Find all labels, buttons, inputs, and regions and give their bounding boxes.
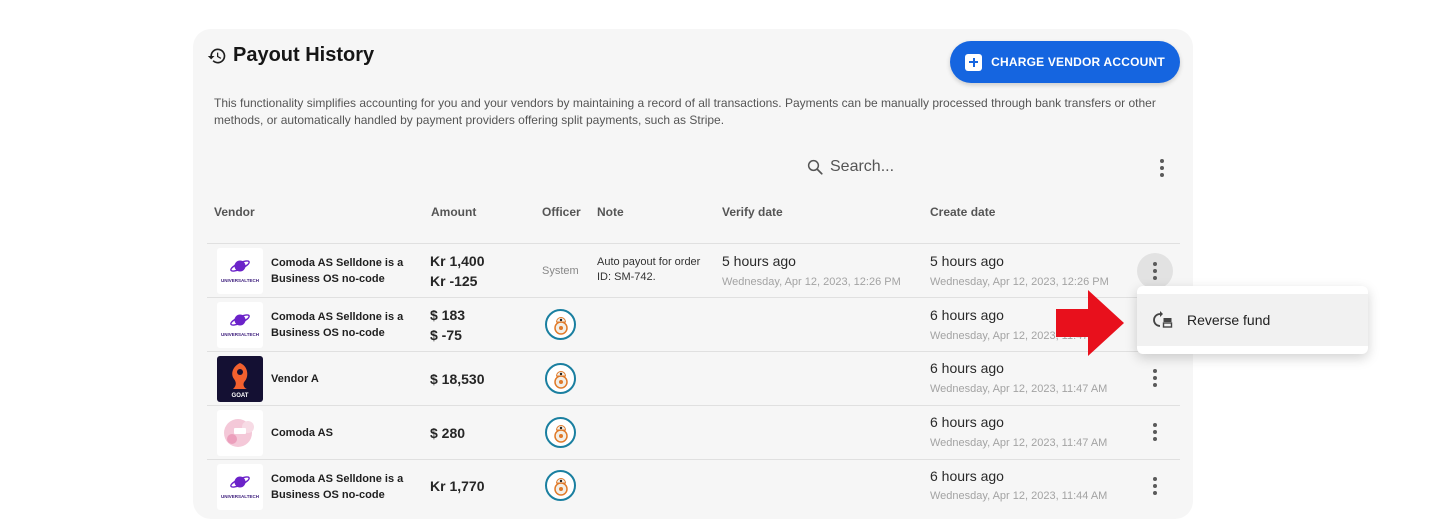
bb8-avatar-icon — [553, 370, 568, 389]
svg-text:UNIVERSALTECH: UNIVERSALTECH — [221, 332, 259, 337]
svg-text:UNIVERSALTECH: UNIVERSALTECH — [221, 494, 259, 499]
vendor-name: Vendor A — [271, 373, 319, 385]
svg-text:UNIVERSALTECH: UNIVERSALTECH — [221, 278, 259, 283]
amount-primary: $ 18,530 — [430, 371, 485, 387]
table-row[interactable]: UNIVERSALTECH Comoda AS Selldone is a Bu… — [207, 243, 1180, 297]
reverse-fund-icon — [1153, 311, 1173, 328]
column-header-amount[interactable]: Amount — [431, 205, 476, 219]
column-header-create-date[interactable]: Create date — [930, 205, 995, 219]
amount-primary: $ 280 — [430, 425, 466, 441]
officer-avatar[interactable] — [545, 470, 576, 501]
more-vert-icon[interactable] — [1145, 476, 1165, 496]
officer-avatar[interactable] — [545, 363, 576, 394]
table-row[interactable]: Comoda AS $ 280 6 hours ago Wednesday, A… — [207, 405, 1180, 459]
annotation-arrow-icon — [1056, 290, 1124, 356]
charge-vendor-account-button[interactable]: CHARGE VENDOR ACCOUNT — [950, 41, 1180, 83]
vendor-logo: GOAT — [217, 356, 263, 402]
charge-button-label: CHARGE VENDOR ACCOUNT — [991, 55, 1165, 69]
officer-avatar[interactable] — [545, 309, 576, 340]
svg-text:GOAT: GOAT — [232, 393, 249, 399]
verify-date-absolute: Wednesday, Apr 12, 2023, 12:26 PM — [722, 276, 901, 288]
history-icon — [207, 48, 226, 63]
create-date-absolute: Wednesday, Apr 12, 2023, 11:47 AM — [930, 383, 1108, 395]
amount-secondary: Kr -125 — [430, 273, 478, 289]
vendor-name: Comoda AS Selldone is a Business OS no-c… — [271, 473, 404, 501]
officer-avatar[interactable] — [545, 417, 576, 448]
create-date-relative: 6 hours ago — [930, 414, 1004, 430]
vendor-name: Comoda AS Selldone is a Business OS no-c… — [271, 311, 404, 339]
create-date-relative: 6 hours ago — [930, 307, 1004, 323]
bb8-avatar-icon — [553, 477, 568, 496]
vendor-logo: UNIVERSALTECH — [217, 248, 263, 294]
search-icon — [807, 159, 823, 175]
create-date-absolute: Wednesday, Apr 12, 2023, 12:26 PM — [930, 276, 1109, 288]
more-vert-icon[interactable] — [1145, 368, 1165, 388]
menu-item-reverse-fund[interactable]: Reverse fund — [1137, 294, 1368, 346]
search-placeholder: Search... — [830, 158, 895, 175]
amount-primary: Kr 1,400 — [430, 253, 485, 269]
payout-note: Auto payout for order ID: SM-742. — [597, 256, 701, 283]
table-options-more-icon[interactable] — [1152, 158, 1172, 178]
page-title: Payout History — [233, 44, 375, 66]
more-vert-icon[interactable] — [1145, 422, 1165, 442]
verify-date-relative: 5 hours ago — [722, 253, 796, 269]
column-header-officer[interactable]: Officer — [542, 205, 581, 219]
page-description: This functionality simplifies accounting… — [214, 96, 1156, 127]
more-vert-icon[interactable] — [1145, 261, 1165, 281]
create-date-relative: 6 hours ago — [930, 468, 1004, 484]
column-header-note[interactable]: Note — [597, 205, 624, 219]
column-header-vendor[interactable]: Vendor — [214, 205, 255, 219]
amount-primary: Kr 1,770 — [430, 478, 485, 494]
amount-primary: $ 183 — [430, 307, 466, 323]
plus-icon — [965, 53, 983, 71]
create-date-relative: 5 hours ago — [930, 253, 1004, 269]
menu-item-label: Reverse fund — [1187, 312, 1271, 328]
row-context-menu: Reverse fund — [1137, 286, 1368, 354]
bb8-avatar-icon — [553, 424, 568, 443]
vendor-logo: UNIVERSALTECH — [217, 464, 263, 510]
page-header: Payout History — [207, 44, 374, 67]
create-date-relative: 6 hours ago — [930, 360, 1004, 376]
column-header-verify-date[interactable]: Verify date — [722, 205, 783, 219]
vendor-logo: UNIVERSALTECH — [217, 302, 263, 348]
vendor-logo — [217, 410, 263, 456]
table-row[interactable]: UNIVERSALTECH Comoda AS Selldone is a Bu… — [207, 297, 1180, 351]
vendor-name: Comoda AS Selldone is a Business OS no-c… — [271, 257, 404, 285]
vendor-name: Comoda AS — [271, 427, 333, 439]
bb8-avatar-icon — [553, 316, 568, 335]
table-row[interactable]: GOAT Vendor A $ 18,530 6 hours ago Wedne… — [207, 351, 1180, 405]
create-date-absolute: Wednesday, Apr 12, 2023, 11:44 AM — [930, 490, 1108, 502]
officer-label: System — [542, 265, 579, 277]
amount-secondary: $ -75 — [430, 327, 462, 343]
search-field[interactable]: Search... — [806, 158, 894, 176]
create-date-absolute: Wednesday, Apr 12, 2023, 11:47 AM — [930, 437, 1108, 449]
